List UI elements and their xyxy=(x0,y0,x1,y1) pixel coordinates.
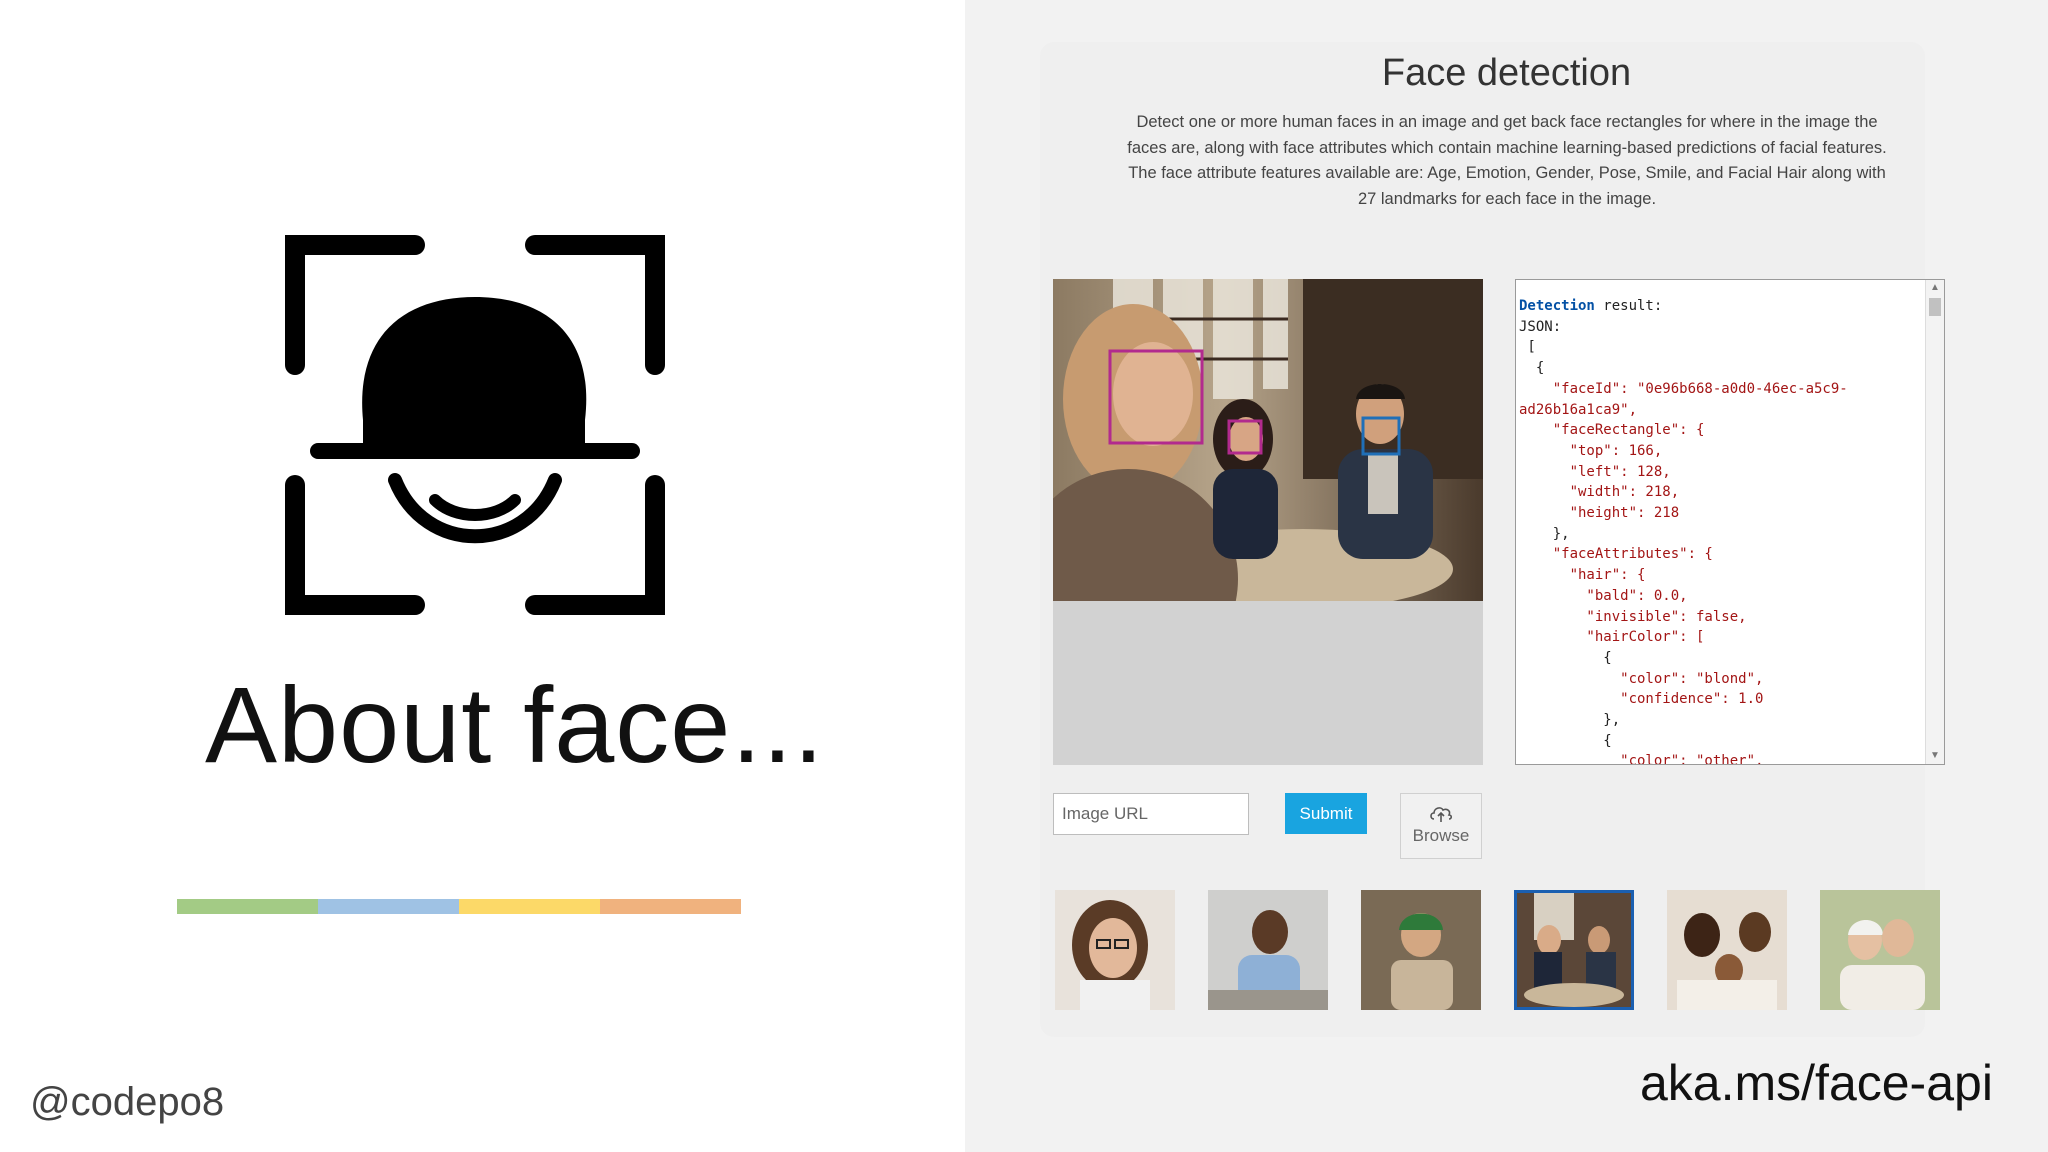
thumbnail-group-at-cafe[interactable] xyxy=(1514,890,1634,1010)
browse-button[interactable]: Browse xyxy=(1400,793,1482,859)
short-link: aka.ms/face-api xyxy=(1640,1055,1993,1111)
json-line: "invisible": false, xyxy=(1519,608,1747,625)
accent-green xyxy=(177,899,318,914)
demo-description: Detect one or more human faces in an ima… xyxy=(1127,113,1887,208)
json-line: "width": 218, xyxy=(1519,484,1680,501)
result-head-word: Detection xyxy=(1519,298,1595,314)
json-line: "faceId": "0e96b668-a0d0-46ec-a5c9- xyxy=(1519,380,1848,397)
scroll-down-icon[interactable]: ▼ xyxy=(1926,748,1944,764)
detection-result-panel[interactable]: Detection result: JSON: [ { "faceId": "0… xyxy=(1515,279,1945,765)
json-line: }, xyxy=(1519,712,1621,729)
json-line: "left": 128, xyxy=(1519,463,1671,480)
json-line: "top": 166, xyxy=(1519,442,1663,459)
json-line: "color": "other", xyxy=(1519,753,1764,765)
json-line: }, xyxy=(1519,525,1570,542)
json-line: [ xyxy=(1519,339,1536,356)
face-detection-icon xyxy=(285,235,665,615)
json-line: { xyxy=(1519,649,1612,666)
slide-title: About face... xyxy=(205,664,825,785)
cafe-group-photo xyxy=(1053,279,1483,601)
submit-button[interactable]: Submit xyxy=(1285,793,1367,834)
scroll-up-icon[interactable]: ▲ xyxy=(1926,280,1944,296)
demo-title: Face detection xyxy=(1381,52,1632,94)
accent-blue xyxy=(318,899,459,914)
json-line: "height": 218 xyxy=(1519,505,1680,522)
thumbnail-smiling-man[interactable] xyxy=(1208,890,1328,1010)
json-output: Detection result: JSON: [ { "faceId": "0… xyxy=(1519,296,1919,765)
json-line: { xyxy=(1519,360,1545,377)
accent-yellow xyxy=(459,899,600,914)
thumbnail-man-in-green-cap[interactable] xyxy=(1361,890,1481,1010)
accent-color-bar xyxy=(177,899,741,914)
json-label: JSON: xyxy=(1519,318,1562,335)
image-preview-area xyxy=(1053,279,1483,765)
accent-orange xyxy=(600,899,741,914)
cloud-upload-icon xyxy=(1430,807,1453,822)
json-line: "faceRectangle": { xyxy=(1519,422,1705,439)
twitter-handle: @codepo8 xyxy=(30,1080,225,1124)
json-line: "confidence": 1.0 xyxy=(1519,691,1764,708)
thumbnail-family-with-baby[interactable] xyxy=(1667,890,1787,1010)
json-line: "hairColor": [ xyxy=(1519,629,1705,646)
thumbnail-elderly-couple[interactable] xyxy=(1820,890,1940,1010)
json-line: "bald": 0.0, xyxy=(1519,587,1688,604)
json-line: ad26b16a1ca9", xyxy=(1519,401,1638,418)
result-head-rest: result: xyxy=(1594,298,1663,314)
json-line: "faceAttributes": { xyxy=(1519,546,1713,563)
browse-label: Browse xyxy=(1412,826,1470,845)
demo-panel: Face detection Detect one or more human … xyxy=(965,0,2048,1152)
slide-left-panel: About face... @codepo8 xyxy=(0,0,965,1152)
json-line: { xyxy=(1519,732,1612,749)
thumbnail-woman-with-glasses[interactable] xyxy=(1055,890,1175,1010)
scroll-thumb[interactable] xyxy=(1929,298,1941,316)
json-line: "hair": { xyxy=(1519,567,1646,584)
json-line: "color": "blond", xyxy=(1519,670,1764,687)
image-url-input[interactable] xyxy=(1053,793,1249,835)
json-scrollbar[interactable]: ▲ ▼ xyxy=(1925,280,1944,764)
